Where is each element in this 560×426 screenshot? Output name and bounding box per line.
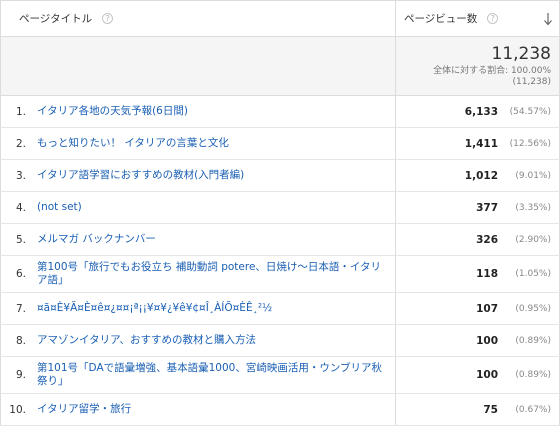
row-percentage: (3.35%) [515, 202, 551, 213]
table-row: 4. (not set) 377 (3.35%) [0, 192, 560, 224]
row-rank: 4. [0, 192, 30, 223]
row-pageviews: 377 [476, 201, 498, 214]
row-percentage: (12.56%) [509, 138, 551, 149]
row-title-cell: 第100号「旅行でもお役立ち 補助動詞 potere、日焼け～日本語・イタリア語… [30, 256, 396, 292]
row-value-cell: 1,012 (9.01%) [396, 160, 560, 191]
page-title-link[interactable]: もっと知りたい！ イタリアの言葉と文化 [37, 137, 229, 150]
page-title-link[interactable]: イタリア各地の天気予報(6日間) [37, 105, 188, 118]
help-icon[interactable]: ? [102, 13, 114, 24]
row-rank: 1. [0, 96, 30, 127]
help-icon[interactable]: ? [487, 13, 499, 24]
row-value-cell: 107 (0.95%) [396, 293, 560, 324]
column-header-page-title-label: ページタイトル [19, 13, 93, 25]
row-title-cell: (not set) [30, 192, 396, 223]
row-pageviews: 118 [476, 268, 498, 280]
row-pageviews: 107 [476, 302, 498, 315]
row-pageviews: 326 [476, 233, 498, 246]
row-title-cell: メルマガ バックナンバー [30, 224, 396, 255]
table-row: 9. 第101号「DAで語彙増強、基本語彙1000、宮崎映画活用・ウンブリア秋祭り… [0, 357, 560, 394]
row-value-cell: 75 (0.67%) [396, 394, 560, 425]
row-rank: 2. [0, 128, 30, 159]
table-row: 7. ¤ã¤È¥Ã¤È¤ê¤¿¤¤¡ª¡¡¥¤¥¿¥ê¥¢¤Î¸ÀÍÕ¤ÈÊ¸²½… [0, 293, 560, 325]
table-header: ページタイトル ? ページビュー数 ? [0, 1, 560, 37]
row-rank: 5. [0, 224, 30, 255]
column-header-pageviews-label: ページビュー数 [404, 13, 478, 25]
sort-descending-icon[interactable] [543, 12, 553, 26]
page-title-link[interactable]: 第100号「旅行でもお役立ち 補助動詞 potere、日焼け～日本語・イタリア語… [37, 261, 389, 287]
row-pageviews: 1,411 [464, 137, 498, 150]
summary-total-cell: 11,238 全体に対する割合: 100.00% (11,238) [396, 37, 560, 95]
column-header-page-title[interactable]: ページタイトル ? [0, 1, 396, 36]
row-value-cell: 377 (3.35%) [396, 192, 560, 223]
row-percentage: (54.57%) [509, 106, 551, 117]
row-percentage: (0.95%) [515, 303, 551, 314]
row-pageviews: 75 [483, 403, 498, 416]
row-title-cell: イタリア各地の天気予報(6日間) [30, 96, 396, 127]
page-title-link[interactable]: ¤ã¤È¥Ã¤È¤ê¤¿¤¤¡ª¡¡¥¤¥¿¥ê¥¢¤Î¸ÀÍÕ¤ÈÊ¸²½ [37, 302, 272, 315]
page-title-link[interactable]: イタリア留学・旅行 [37, 403, 131, 416]
row-pageviews: 100 [476, 369, 498, 381]
row-pageviews: 100 [476, 334, 498, 347]
table-row: 5. メルマガ バックナンバー 326 (2.90%) [0, 224, 560, 256]
page-title-report-table: ページタイトル ? ページビュー数 ? 11,238 全体に対する割合: 100… [0, 0, 560, 426]
total-pageviews: 11,238 [491, 44, 551, 64]
row-title-cell: イタリア語学習におすすめの教材(入門者編) [30, 160, 396, 191]
row-value-cell: 6,133 (54.57%) [396, 96, 560, 127]
table-row: 8. アマゾンイタリア、おすすめの教材と購入方法 100 (0.89%) [0, 325, 560, 357]
row-pageviews: 6,133 [464, 105, 498, 118]
row-value-cell: 100 (0.89%) [396, 357, 560, 393]
page-title-link[interactable]: イタリア語学習におすすめの教材(入門者編) [37, 169, 244, 182]
row-value-cell: 1,411 (12.56%) [396, 128, 560, 159]
row-title-cell: もっと知りたい！ イタリアの言葉と文化 [30, 128, 396, 159]
total-paren-value: (11,238) [512, 77, 551, 87]
table-row: 6. 第100号「旅行でもお役立ち 補助動詞 potere、日焼け～日本語・イタリ… [0, 256, 560, 293]
row-rank: 7. [0, 293, 30, 324]
row-value-cell: 118 (1.05%) [396, 256, 560, 292]
row-rank: 9. [0, 357, 30, 393]
summary-empty-cell [0, 37, 396, 95]
row-title-cell: アマゾンイタリア、おすすめの教材と購入方法 [30, 325, 396, 356]
row-rank: 3. [0, 160, 30, 191]
summary-row: 11,238 全体に対する割合: 100.00% (11,238) [0, 37, 560, 96]
row-pageviews: 1,012 [464, 169, 498, 182]
row-rank: 6. [0, 256, 30, 292]
page-title-link[interactable]: (not set) [37, 201, 82, 214]
row-rank: 10. [0, 394, 30, 425]
row-rank: 8. [0, 325, 30, 356]
row-percentage: (0.67%) [515, 404, 551, 415]
column-header-pageviews[interactable]: ページビュー数 ? [396, 1, 560, 36]
row-title-cell: 第101号「DAで語彙増強、基本語彙1000、宮崎映画活用・ウンブリア秋祭り」 [30, 357, 396, 393]
page-title-link[interactable]: アマゾンイタリア、おすすめの教材と購入方法 [37, 334, 256, 347]
table-row: 3. イタリア語学習におすすめの教材(入門者編) 1,012 (9.01%) [0, 160, 560, 192]
row-percentage: (0.89%) [515, 335, 551, 346]
row-title-cell: ¤ã¤È¥Ã¤È¤ê¤¿¤¤¡ª¡¡¥¤¥¿¥ê¥¢¤Î¸ÀÍÕ¤ÈÊ¸²½ [30, 293, 396, 324]
row-value-cell: 326 (2.90%) [396, 224, 560, 255]
row-title-cell: イタリア留学・旅行 [30, 394, 396, 425]
table-row: 1. イタリア各地の天気予報(6日間) 6,133 (54.57%) [0, 96, 560, 128]
row-percentage: (0.89%) [515, 370, 551, 380]
row-percentage: (1.05%) [515, 269, 551, 279]
table-row: 2. もっと知りたい！ イタリアの言葉と文化 1,411 (12.56%) [0, 128, 560, 160]
total-share-label: 全体に対する割合: 100.00% [433, 66, 551, 76]
page-title-link[interactable]: メルマガ バックナンバー [37, 233, 156, 246]
row-value-cell: 100 (0.89%) [396, 325, 560, 356]
row-percentage: (9.01%) [515, 170, 551, 181]
row-percentage: (2.90%) [515, 234, 551, 245]
page-title-link[interactable]: 第101号「DAで語彙増強、基本語彙1000、宮崎映画活用・ウンブリア秋祭り」 [37, 362, 389, 388]
table-row: 10. イタリア留学・旅行 75 (0.67%) [0, 394, 560, 426]
table-body: 1. イタリア各地の天気予報(6日間) 6,133 (54.57%) 2. もっと知りたい… [0, 96, 560, 426]
